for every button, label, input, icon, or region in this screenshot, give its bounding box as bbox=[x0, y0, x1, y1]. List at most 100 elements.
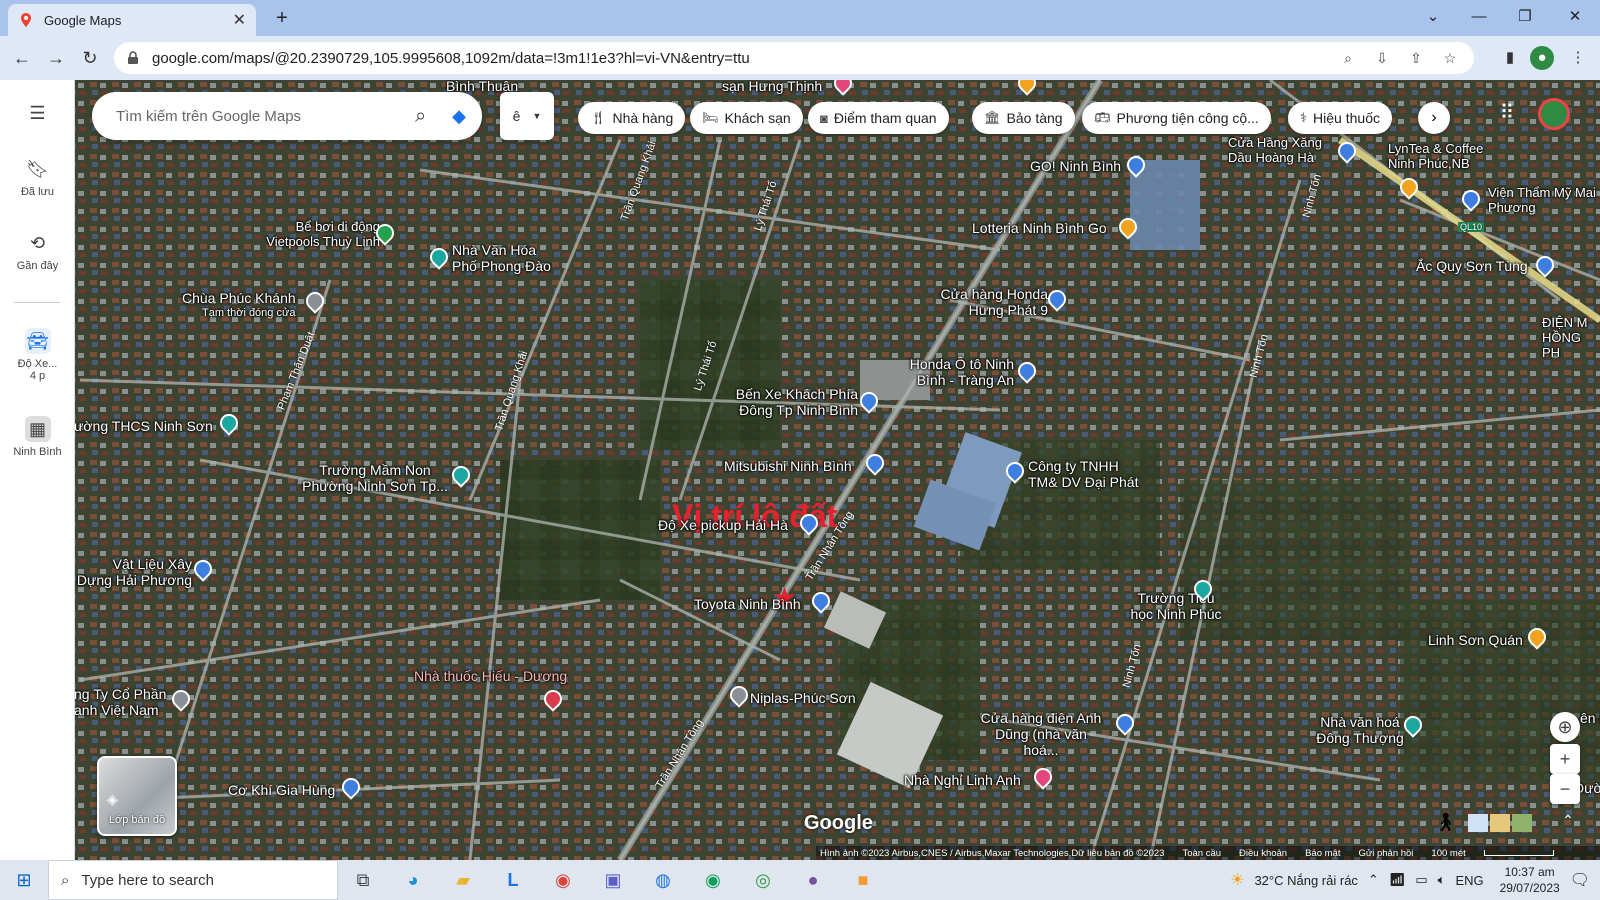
viber-icon[interactable]: ● bbox=[788, 860, 838, 900]
app-orange-icon[interactable]: ■ bbox=[838, 860, 888, 900]
place-label[interactable]: Trường Tiểu học Ninh Phúc bbox=[1126, 590, 1226, 622]
satellite-map[interactable]: Trần Quang Khải Lý Thái Tổ Lý Thái Tổ Ph… bbox=[0, 80, 1600, 860]
recent-place-do-xe[interactable]: 🚘︎ Độ Xe... 4 p bbox=[0, 328, 75, 382]
footer-feedback-link[interactable]: Gửi phản hồi bbox=[1358, 848, 1413, 859]
share-icon[interactable]: ⇪ bbox=[1406, 48, 1426, 68]
directions-icon[interactable]: ◆ bbox=[452, 106, 466, 127]
place-label[interactable]: Cửa Hàng Xăng Dầu Hoàng Hà bbox=[1228, 135, 1338, 166]
place-label[interactable]: sạn Hưng Thịnh bbox=[722, 80, 822, 94]
place-label[interactable]: ng Ty Cổ Phần anh Việt Nam bbox=[74, 686, 174, 718]
teams-icon[interactable]: ▣ bbox=[588, 860, 638, 900]
close-window-button[interactable]: ✕ bbox=[1560, 4, 1590, 30]
forward-icon[interactable]: → bbox=[44, 46, 68, 70]
map-type-thumb[interactable] bbox=[1468, 814, 1488, 832]
input-language[interactable]: ENG bbox=[1455, 873, 1483, 888]
network-icon[interactable]: 📶︎ bbox=[1389, 872, 1406, 888]
place-label[interactable]: Honda Ô tô Ninh Bình - Tràng An bbox=[894, 356, 1014, 388]
google-apps-icon[interactable]: ⠿ bbox=[1494, 100, 1520, 126]
place-label[interactable]: Toyota Ninh Bình bbox=[694, 596, 801, 612]
notifications-icon[interactable]: 🗨︎ bbox=[1570, 870, 1590, 890]
zoom-in-button[interactable]: + bbox=[1550, 744, 1580, 774]
chevron-up-icon[interactable]: ⌃ bbox=[1368, 872, 1379, 888]
search-input[interactable]: Tìm kiếm trên Google Maps bbox=[116, 108, 415, 125]
chip-attractions[interactable]: ◙ Điểm tham quan bbox=[808, 102, 949, 134]
chrome-icon[interactable]: ◉ bbox=[538, 860, 588, 900]
place-label[interactable]: Vật Liệu Xây Dựng Hải Phương bbox=[76, 556, 192, 588]
scale-label[interactable]: 100 mét bbox=[1431, 848, 1465, 859]
place-label[interactable]: Trường Mầm Non Phường Ninh Sơn Tp... bbox=[300, 462, 450, 494]
footer-global-link[interactable]: Toàn cầu bbox=[1182, 848, 1221, 859]
layers-button[interactable]: ◈ Lớp bản đồ bbox=[97, 756, 177, 836]
weather-text[interactable]: 32°C Nắng rải rác bbox=[1254, 873, 1357, 888]
battery-icon[interactable]: ▭ bbox=[1415, 872, 1427, 888]
place-label[interactable]: Viện Thẩm Mỹ Mai Phương bbox=[1488, 185, 1598, 216]
place-label[interactable]: Độ Xe pickup Hải Hà bbox=[658, 517, 788, 533]
saved-button[interactable]: 🔖︎ Đã lưu bbox=[0, 156, 75, 198]
place-label[interactable]: Công ty TNHH TM& DV Đại Phát bbox=[1028, 458, 1148, 490]
zoom-icon[interactable]: ⌕ bbox=[1338, 48, 1358, 68]
menu-button[interactable]: ☰ bbox=[0, 100, 75, 130]
input-tools-button[interactable]: ê ▼ bbox=[500, 92, 554, 140]
tab-search-icon[interactable]: ⌄ bbox=[1418, 4, 1448, 30]
install-icon[interactable]: ⇩ bbox=[1372, 48, 1392, 68]
place-label[interactable]: LynTea & Coffee Ninh Phúc,NB bbox=[1388, 141, 1508, 172]
edge-icon[interactable]: ◕ bbox=[388, 860, 438, 900]
taskbar-search[interactable]: ⌕ Type here to search bbox=[48, 860, 338, 900]
clock[interactable]: 10:37 am 29/07/2023 bbox=[1500, 864, 1560, 896]
search-box[interactable]: Tìm kiếm trên Google Maps ⌕ ◆ bbox=[92, 92, 482, 140]
close-tab-icon[interactable]: ✕ bbox=[233, 10, 246, 30]
account-avatar[interactable] bbox=[1538, 98, 1570, 130]
place-label[interactable]: Cửa hàng Honda Hưng Phát 9 bbox=[928, 286, 1048, 318]
place-label[interactable]: Ắc Quy Sơn Tùng bbox=[1416, 258, 1528, 274]
chip-pharmacies[interactable]: ⚕ Hiệu thuốc bbox=[1288, 102, 1392, 134]
place-label[interactable]: Lotteria Ninh Bình Go bbox=[972, 220, 1107, 236]
place-label[interactable]: ường THCS Ninh Sơn bbox=[74, 418, 213, 434]
chip-hotels[interactable]: 🛏︎ Khách sạn bbox=[690, 102, 803, 134]
chip-restaurants[interactable]: 🍴︎ Nhà hàng bbox=[578, 102, 686, 134]
place-label[interactable]: Niplas-Phúc Sơn bbox=[750, 690, 856, 706]
reload-icon[interactable]: ↻ bbox=[78, 46, 102, 70]
profile-avatar[interactable]: ● bbox=[1530, 46, 1554, 70]
place-label[interactable]: Bến Xe Khách Phía Đông Tp Ninh Bình bbox=[728, 386, 858, 418]
place-label[interactable]: Nhà Văn Hóa Phố Phong Đào bbox=[452, 242, 562, 274]
minimize-button[interactable]: — bbox=[1464, 4, 1494, 30]
tab-google-maps[interactable]: Google Maps ✕ bbox=[8, 4, 256, 36]
chip-transit[interactable]: 🚌︎ Phương tiện công cộ... bbox=[1082, 102, 1271, 134]
address-bar[interactable]: google.com/maps/@20.2390729,105.9995608,… bbox=[114, 42, 1474, 74]
place-label[interactable]: ĐIỆN M HỒNG PH bbox=[1542, 315, 1600, 361]
my-location-button[interactable]: ⊕ bbox=[1550, 712, 1580, 742]
place-label[interactable]: Cửa hàng điện Anh Dũng (nhà văn hoá... bbox=[976, 710, 1106, 758]
expand-up-icon[interactable]: ⌃ bbox=[1558, 812, 1578, 832]
place-label[interactable]: Bể bơi di động Vietpools Thuỳ Linh bbox=[240, 219, 380, 250]
search-icon[interactable]: ⌕ bbox=[415, 105, 426, 128]
weather-icon[interactable]: ☀ bbox=[1230, 870, 1244, 890]
volume-icon[interactable]: 🔈︎ bbox=[1438, 872, 1446, 888]
back-icon[interactable]: ← bbox=[10, 46, 34, 70]
pegman-icon[interactable]: 🚶︎ bbox=[1434, 812, 1457, 833]
chrome-profile-icon[interactable]: ◉ bbox=[688, 860, 738, 900]
place-label[interactable]: Linh Sơn Quán bbox=[1428, 632, 1523, 648]
menu-kebab-icon[interactable]: ⋮ bbox=[1566, 46, 1590, 70]
maximize-button[interactable]: ❐ bbox=[1510, 4, 1540, 30]
map-type-thumbnails[interactable] bbox=[1468, 814, 1532, 832]
place-label[interactable]: Mitsubishi Ninh Bình bbox=[724, 458, 852, 474]
place-label[interactable]: Cơ Khí Gia Hùng bbox=[228, 782, 335, 798]
chips-next-button[interactable]: › bbox=[1418, 102, 1450, 134]
footer-terms-link[interactable]: Điều khoản bbox=[1239, 848, 1287, 859]
place-label[interactable]: GO! Ninh Bình bbox=[1030, 158, 1121, 174]
recent-button[interactable]: ⟲ Gần đây bbox=[0, 230, 75, 272]
footer-privacy-link[interactable]: Bảo mật bbox=[1305, 848, 1340, 859]
map-type-thumb[interactable] bbox=[1512, 814, 1532, 832]
file-explorer-icon[interactable]: ▰ bbox=[438, 860, 488, 900]
windows-start-icon[interactable]: ⊞ bbox=[0, 860, 48, 900]
bookmark-star-icon[interactable]: ☆ bbox=[1440, 48, 1460, 68]
app-q-icon[interactable]: ◎ bbox=[738, 860, 788, 900]
sidebar-toggle-icon[interactable]: ▮ bbox=[1498, 46, 1522, 70]
place-label[interactable]: Nhà văn hoá Đông Thượng bbox=[1310, 714, 1410, 746]
new-tab-button[interactable]: + bbox=[270, 6, 294, 30]
chip-museums[interactable]: 🏛︎ Bảo tàng bbox=[972, 102, 1075, 134]
app-l-icon[interactable]: L bbox=[488, 860, 538, 900]
place-label[interactable]: Nhà Nghỉ Linh Anh bbox=[904, 772, 1021, 788]
task-view-icon[interactable]: ⧉ bbox=[338, 860, 388, 900]
map-type-thumb[interactable] bbox=[1490, 814, 1510, 832]
